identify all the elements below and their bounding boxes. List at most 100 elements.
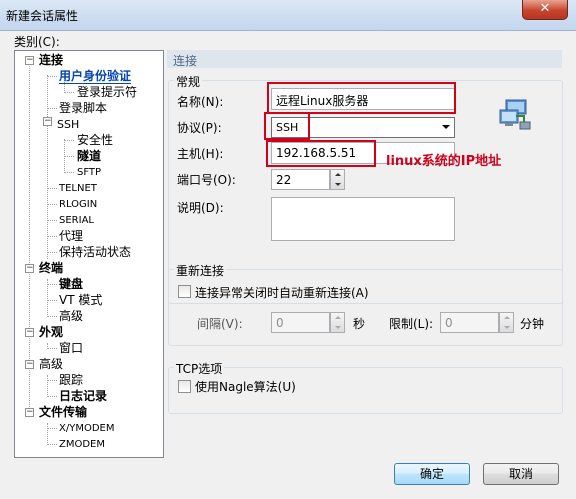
tree-line (47, 252, 57, 253)
tree-line (47, 300, 57, 301)
tree-item-tunnel[interactable]: 隧道 (77, 149, 101, 165)
title-bar: 新建会话属性 ✕ (0, 0, 576, 31)
collapse-icon[interactable]: − (25, 328, 34, 337)
tree-item-login-script[interactable]: 登录脚本 (59, 101, 107, 117)
tree-line (64, 140, 74, 141)
limit-stepper[interactable] (499, 312, 514, 333)
interval-label: 间隔(V): (197, 317, 243, 331)
reconnect-group (168, 269, 563, 346)
protocol-highlight-box (264, 112, 310, 140)
tree-line (47, 375, 48, 395)
host-label: 主机(H): (177, 147, 224, 161)
tree-line (64, 156, 74, 157)
chevron-down-icon (442, 125, 450, 129)
category-tree[interactable]: − − − − − − 连接 用户身份验证 登录提示符 登录脚本 SSH 安全性… (14, 50, 164, 458)
spin-down-icon (335, 183, 341, 186)
collapse-icon[interactable]: − (25, 360, 34, 369)
limit-label: 限制(L): (389, 317, 434, 331)
nagle-label: 使用Nagle算法(U) (195, 380, 296, 394)
interval-stepper[interactable] (330, 312, 345, 333)
tree-item-telnet[interactable]: TELNET (59, 181, 97, 197)
network-computer-icon (499, 99, 531, 130)
limit-input[interactable]: 0 (440, 312, 499, 333)
tree-line (47, 396, 57, 397)
tree-line (47, 316, 57, 317)
tree-line (64, 139, 65, 171)
spin-down-icon (504, 326, 510, 329)
panel-header: 连接 (167, 50, 562, 68)
tree-item-xymodem[interactable]: X/YMODEM (59, 421, 114, 437)
tree-item-serial[interactable]: SERIAL (59, 213, 94, 229)
description-label: 说明(D): (177, 201, 224, 215)
tree-line (47, 204, 57, 205)
window-title: 新建会话属性 (6, 9, 79, 23)
ok-button[interactable]: 确定 (394, 463, 470, 485)
tree-line (47, 108, 57, 109)
collapse-icon[interactable]: − (25, 264, 34, 273)
tree-line (47, 188, 57, 189)
tree-item-advanced[interactable]: 高级 (39, 357, 63, 373)
tree-line (47, 236, 57, 237)
tree-line (47, 423, 48, 443)
tree-item-trace[interactable]: 跟踪 (59, 373, 83, 389)
collapse-icon[interactable]: − (25, 56, 34, 65)
spin-down-icon (335, 326, 341, 329)
interval-input[interactable]: 0 (271, 312, 330, 333)
tree-item-sftp[interactable]: SFTP (77, 165, 101, 181)
tree-line (47, 428, 57, 429)
port-input[interactable]: 22 (271, 169, 330, 190)
host-annotation: linux系统的IP地址 (386, 154, 502, 169)
name-highlight-box (267, 82, 456, 114)
tree-item-connection[interactable]: 连接 (39, 53, 63, 69)
collapse-icon[interactable]: − (43, 117, 52, 126)
general-group-title: 常规 (174, 73, 203, 90)
port-stepper[interactable] (330, 169, 345, 190)
auto-reconnect-checkbox[interactable] (178, 285, 191, 298)
spin-up-icon (335, 173, 341, 176)
tree-line (47, 76, 57, 77)
tree-line (64, 92, 74, 93)
cancel-button[interactable]: 取消 (483, 463, 559, 485)
tree-line (47, 380, 57, 381)
tree-line (64, 172, 74, 173)
description-input[interactable] (271, 197, 455, 241)
close-icon: ✕ (539, 1, 551, 16)
tree-item-keepalive[interactable]: 保持活动状态 (59, 245, 131, 261)
seconds-unit: 秒 (353, 317, 366, 331)
tree-item-appearance[interactable]: 外观 (39, 325, 63, 341)
tree-item-vt-mode[interactable]: VT 模式 (59, 293, 102, 309)
spin-up-icon (504, 316, 510, 319)
tree-line (47, 220, 57, 221)
minutes-unit: 分钟 (520, 317, 545, 331)
protocol-label: 协议(P): (177, 121, 222, 135)
tcp-options-title: TCP选项 (174, 360, 225, 377)
tree-line (47, 343, 48, 347)
tree-item-login-prompt[interactable]: 登录提示符 (77, 85, 137, 101)
tree-item-user-auth[interactable]: 用户身份验证 (59, 69, 132, 85)
tree-item-rlogin[interactable]: RLOGIN (59, 197, 97, 213)
name-label: 名称(N): (177, 95, 224, 109)
tree-item-window[interactable]: 窗口 (59, 341, 83, 357)
tree-line (47, 284, 57, 285)
collapse-icon[interactable]: − (25, 408, 34, 417)
tree-item-zmodem[interactable]: ZMODEM (59, 437, 105, 453)
tree-item-terminal[interactable]: 终端 (39, 261, 63, 277)
tree-item-advanced-terminal[interactable]: 高级 (59, 309, 83, 325)
tree-item-file-transfer[interactable]: 文件传输 (39, 405, 87, 421)
tree-item-keyboard[interactable]: 键盘 (59, 277, 83, 293)
reconnect-group-title: 重新连接 (174, 262, 227, 279)
tree-item-proxy[interactable]: 代理 (59, 229, 83, 245)
tree-line (47, 75, 48, 259)
host-highlight-box (266, 140, 376, 167)
tree-item-security[interactable]: 安全性 (77, 133, 113, 149)
category-label: 类别(C): (14, 35, 60, 49)
port-label: 端口号(O): (177, 173, 236, 187)
nagle-checkbox[interactable] (178, 380, 191, 393)
tree-line (47, 348, 57, 349)
tree-item-ssh[interactable]: SSH (57, 117, 79, 133)
tree-line (47, 444, 57, 445)
auto-reconnect-label: 连接异常关闭时自动重新连接(A) (195, 286, 369, 300)
tree-item-logging[interactable]: 日志记录 (59, 389, 107, 405)
spin-up-icon (335, 316, 341, 319)
close-button[interactable]: ✕ (522, 0, 568, 20)
